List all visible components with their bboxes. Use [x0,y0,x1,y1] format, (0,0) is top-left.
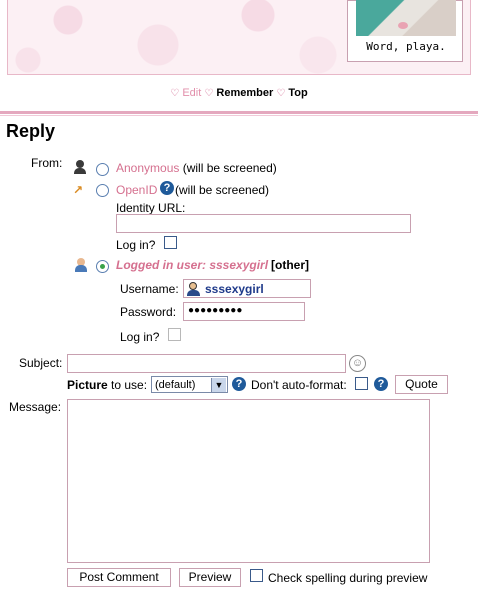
identity-url-input[interactable] [116,214,411,233]
heart-icon: ♡ [170,88,180,99]
openid-icon: ↗ [73,183,84,197]
other-user-link[interactable]: [other] [271,258,309,272]
autoformat-label: Don't auto-format: [251,378,347,392]
quote-button[interactable]: Quote [395,375,448,394]
heart-icon: ♡ [204,88,214,99]
section-divider [0,111,478,114]
cat-nose-shape [398,22,408,29]
openid-login-label: Log in? [116,238,156,252]
logged-in-radio[interactable] [96,260,109,273]
subject-input[interactable] [67,354,346,373]
picture-select[interactable]: (default) ▼ [151,376,228,393]
cat-userpic-image [356,0,456,36]
spellcheck-label: Check spelling during preview [268,571,428,585]
openid-help-icon[interactable]: ? [160,181,174,195]
reply-heading: Reply [6,121,56,141]
edit-link[interactable]: Edit [182,87,201,99]
message-label: Message: [9,400,62,414]
username-input[interactable]: sssexygirl [183,279,311,298]
userpic-caption: Word, playa. [366,40,446,53]
username-value: sssexygirl [205,282,264,296]
subject-label: Subject: [19,356,63,370]
identity-url-label: Identity URL: [116,201,186,215]
openid-note: (will be screened) [175,183,270,197]
picture-label: Picture to use: [67,378,148,392]
openid-login-checkbox[interactable] [164,236,177,249]
message-textarea[interactable] [67,399,430,563]
heart-icon: ♡ [276,88,286,99]
login-checkbox[interactable] [168,328,181,341]
picture-help-icon[interactable]: ? [232,377,246,391]
anonymous-radio[interactable] [96,163,109,176]
chevron-down-icon: ▼ [211,378,226,392]
post-comment-button[interactable]: Post Comment [67,568,171,587]
autoformat-help-icon[interactable]: ? [374,377,388,391]
autoformat-checkbox[interactable] [355,377,368,390]
openid-option[interactable]: OpenID [116,183,157,197]
openid-radio[interactable] [96,184,109,197]
anonymous-option[interactable]: Anonymous (will be screened) [116,161,277,175]
anonymous-icon [73,160,87,175]
from-label: From: [31,156,63,170]
smiley-icon[interactable]: ☺ [349,355,366,372]
section-divider [0,115,478,116]
username-label: Username: [120,282,179,296]
logged-in-user-icon [74,258,88,273]
remember-link[interactable]: Remember [216,87,273,99]
top-link[interactable]: Top [288,87,307,99]
logged-in-option[interactable]: Logged in user: sssexygirl [116,258,268,272]
password-label: Password: [120,305,177,319]
password-value: ●●●●●●●●● [188,305,243,316]
user-icon [187,282,200,296]
password-input[interactable]: ●●●●●●●●● [183,302,305,321]
spellcheck-checkbox[interactable] [250,569,263,582]
login-label: Log in? [120,330,160,344]
entry-nav: ♡ Edit ♡ Remember ♡ Top [0,87,478,99]
preview-button[interactable]: Preview [179,568,241,587]
